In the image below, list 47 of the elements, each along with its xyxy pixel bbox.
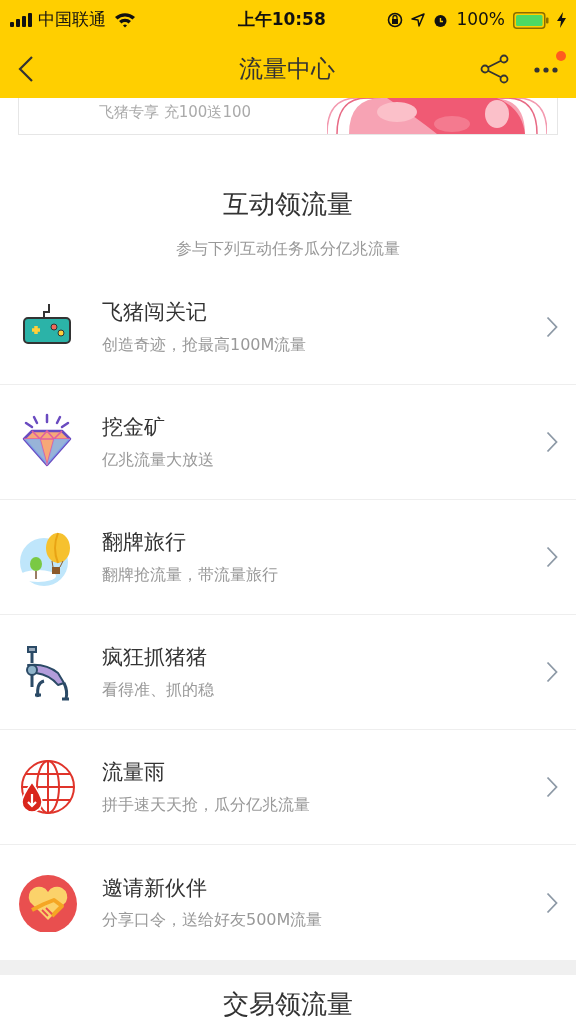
item-title: 流量雨 [102, 759, 166, 787]
item-subtitle: 创造奇迹，抢最高100M流量 [102, 333, 308, 356]
item-subtitle: 翻牌抢流量，带流量旅行 [102, 563, 279, 586]
item-title: 邀请新伙伴 [102, 874, 208, 902]
status-time: 上午10:58 [237, 9, 326, 30]
list-item[interactable]: 邀请新伙伴 分享口令，送给好友500M流量 [0, 845, 576, 960]
location-icon [411, 13, 426, 27]
section-subtitle: 参与下列互动任务瓜分亿兆流量 [175, 238, 401, 260]
share-icon [480, 54, 510, 84]
section-title: 互动领流量 [222, 188, 354, 221]
chevron-right-icon [546, 891, 558, 914]
item-subtitle: 看得准、抓的稳 [102, 678, 215, 701]
item-subtitle: 亿兆流量大放送 [102, 448, 215, 471]
chevron-right-icon [546, 661, 558, 683]
item-title: 挖金矿 [102, 414, 166, 442]
charging-icon [557, 12, 566, 28]
list-item[interactable]: 疯狂抓猪猪 看得准、抓的稳 [0, 615, 576, 730]
chevron-right-icon [546, 546, 558, 568]
alarm-icon [433, 12, 449, 28]
battery-icon [513, 11, 549, 29]
signal-icon [10, 13, 34, 27]
item-title: 飞猪闯关记 [102, 299, 208, 327]
page-title: 流量中心 [239, 55, 335, 83]
item-subtitle: 分享口令，送给好友500M流量 [102, 909, 324, 932]
banner-text: 飞猪专享 充100送100 [99, 102, 252, 122]
item-title: 翻牌旅行 [102, 529, 187, 557]
rotation-lock-icon [387, 12, 404, 28]
wifi-icon [114, 12, 136, 28]
handshake-icon [18, 873, 78, 932]
battery-percent: 100% [456, 8, 505, 32]
share-button[interactable] [480, 54, 510, 84]
more-button[interactable] [534, 66, 558, 73]
chevron-right-icon [546, 316, 558, 338]
list-item[interactable]: 流量雨 拼手速天天抢，瓜分亿兆流量 [0, 730, 576, 845]
chevron-right-icon [546, 776, 558, 798]
item-subtitle: 拼手速天天抢，瓜分亿兆流量 [102, 793, 311, 816]
more-icon [534, 66, 558, 73]
list-item[interactable]: 翻牌旅行 翻牌抢流量，带流量旅行 [0, 500, 576, 615]
globe-icon [18, 758, 78, 816]
section-title: 交易领流量 [223, 989, 353, 1019]
list-item[interactable]: 飞猪闯关记 创造奇迹，抢最高100M流量 [0, 270, 576, 385]
item-title: 疯狂抓猪猪 [102, 644, 208, 672]
chevron-right-icon [546, 431, 558, 453]
list-item[interactable]: 挖金矿 亿兆流量大放送 [0, 385, 576, 500]
carrier-name: 中国联通 [38, 8, 106, 32]
back-button[interactable] [18, 55, 34, 83]
back-icon [18, 55, 34, 83]
